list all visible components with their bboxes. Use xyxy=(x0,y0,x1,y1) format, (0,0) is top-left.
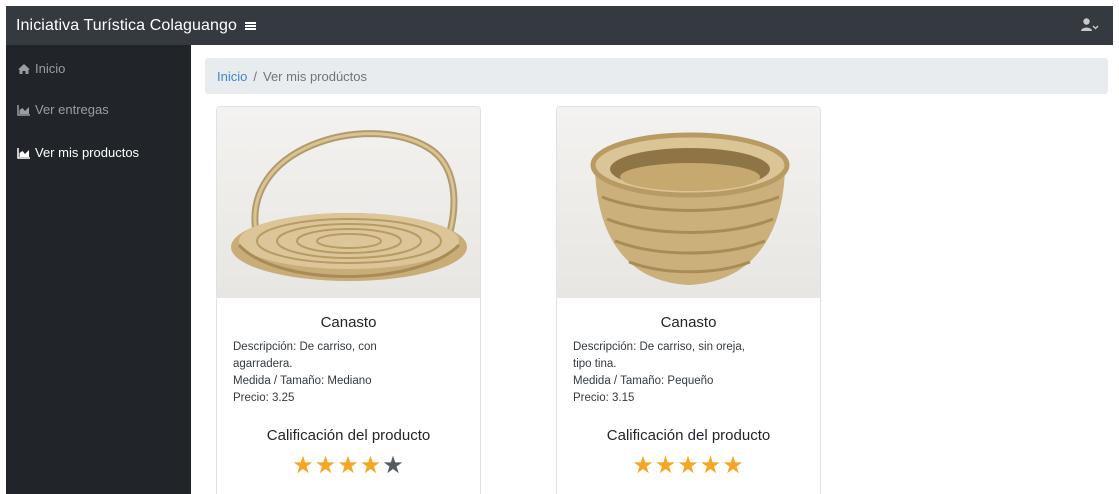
star-icon[interactable]: ★ xyxy=(315,452,338,479)
rating-stars: ★★★★★ xyxy=(573,454,804,478)
rating-title: Calificación del producto xyxy=(606,427,771,444)
product-name: Canasto xyxy=(320,314,377,331)
product-price: Precio: 3.25 xyxy=(233,392,295,404)
top-navbar: Iniciativa Turística Colaguango xyxy=(6,6,1113,45)
product-name: Canasto xyxy=(660,314,717,331)
star-icon[interactable]: ★ xyxy=(360,452,383,479)
app-title[interactable]: Iniciativa Turística Colaguango xyxy=(16,17,237,35)
sidebar-item-label: Ver entregas xyxy=(35,102,109,117)
product-card: Canasto Descripción: De carriso, sin ore… xyxy=(556,106,821,494)
rating-stars: ★★★★★ xyxy=(233,454,464,478)
product-image-basket-with-handle xyxy=(217,107,480,298)
star-icon[interactable]: ★ xyxy=(655,452,678,479)
breadcrumb-home-link[interactable]: Inicio xyxy=(217,69,247,84)
product-description: Descripción: De carriso, sin oreja, tipo… xyxy=(573,341,745,370)
sidebar-item-label: Inicio xyxy=(35,61,66,76)
star-icon[interactable]: ★ xyxy=(632,452,655,479)
sidebar-item-ver-mis-productos[interactable]: Ver mis productos xyxy=(17,145,139,160)
star-icon[interactable]: ★ xyxy=(700,452,723,479)
product-price: Precio: 3.15 xyxy=(573,392,635,404)
product-size: Medida / Tamaño: Mediano xyxy=(233,375,372,387)
area-chart-icon xyxy=(17,147,30,159)
sidebar: Inicio Ver entregas Ver mis productos xyxy=(6,45,191,494)
breadcrumb: Inicio / Ver mis prodúctos xyxy=(205,58,1108,94)
menu-toggle-icon[interactable] xyxy=(245,20,259,32)
product-card: Canasto Descripción: De carriso, con aga… xyxy=(216,106,481,494)
star-icon[interactable]: ★ xyxy=(337,452,360,479)
star-icon[interactable]: ★ xyxy=(722,452,745,479)
breadcrumb-separator: / xyxy=(253,68,257,84)
product-image-tub-basket xyxy=(557,107,820,298)
rating-title: Calificación del producto xyxy=(266,427,431,444)
user-menu-button[interactable] xyxy=(1081,18,1101,32)
star-icon[interactable]: ★ xyxy=(677,452,700,479)
sidebar-item-inicio[interactable]: Inicio xyxy=(17,61,65,76)
user-icon xyxy=(1081,18,1099,31)
product-description: Descripción: De carriso, con agarradera. xyxy=(233,341,377,370)
sidebar-item-ver-entregas[interactable]: Ver entregas xyxy=(17,102,109,117)
area-chart-icon xyxy=(17,104,30,116)
home-icon xyxy=(18,63,30,74)
breadcrumb-current: Ver mis prodúctos xyxy=(262,68,368,84)
product-size: Medida / Tamaño: Pequeño xyxy=(573,375,714,387)
star-icon[interactable]: ★ xyxy=(382,452,405,479)
sidebar-item-label: Ver mis productos xyxy=(35,145,140,160)
star-icon[interactable]: ★ xyxy=(292,452,315,479)
